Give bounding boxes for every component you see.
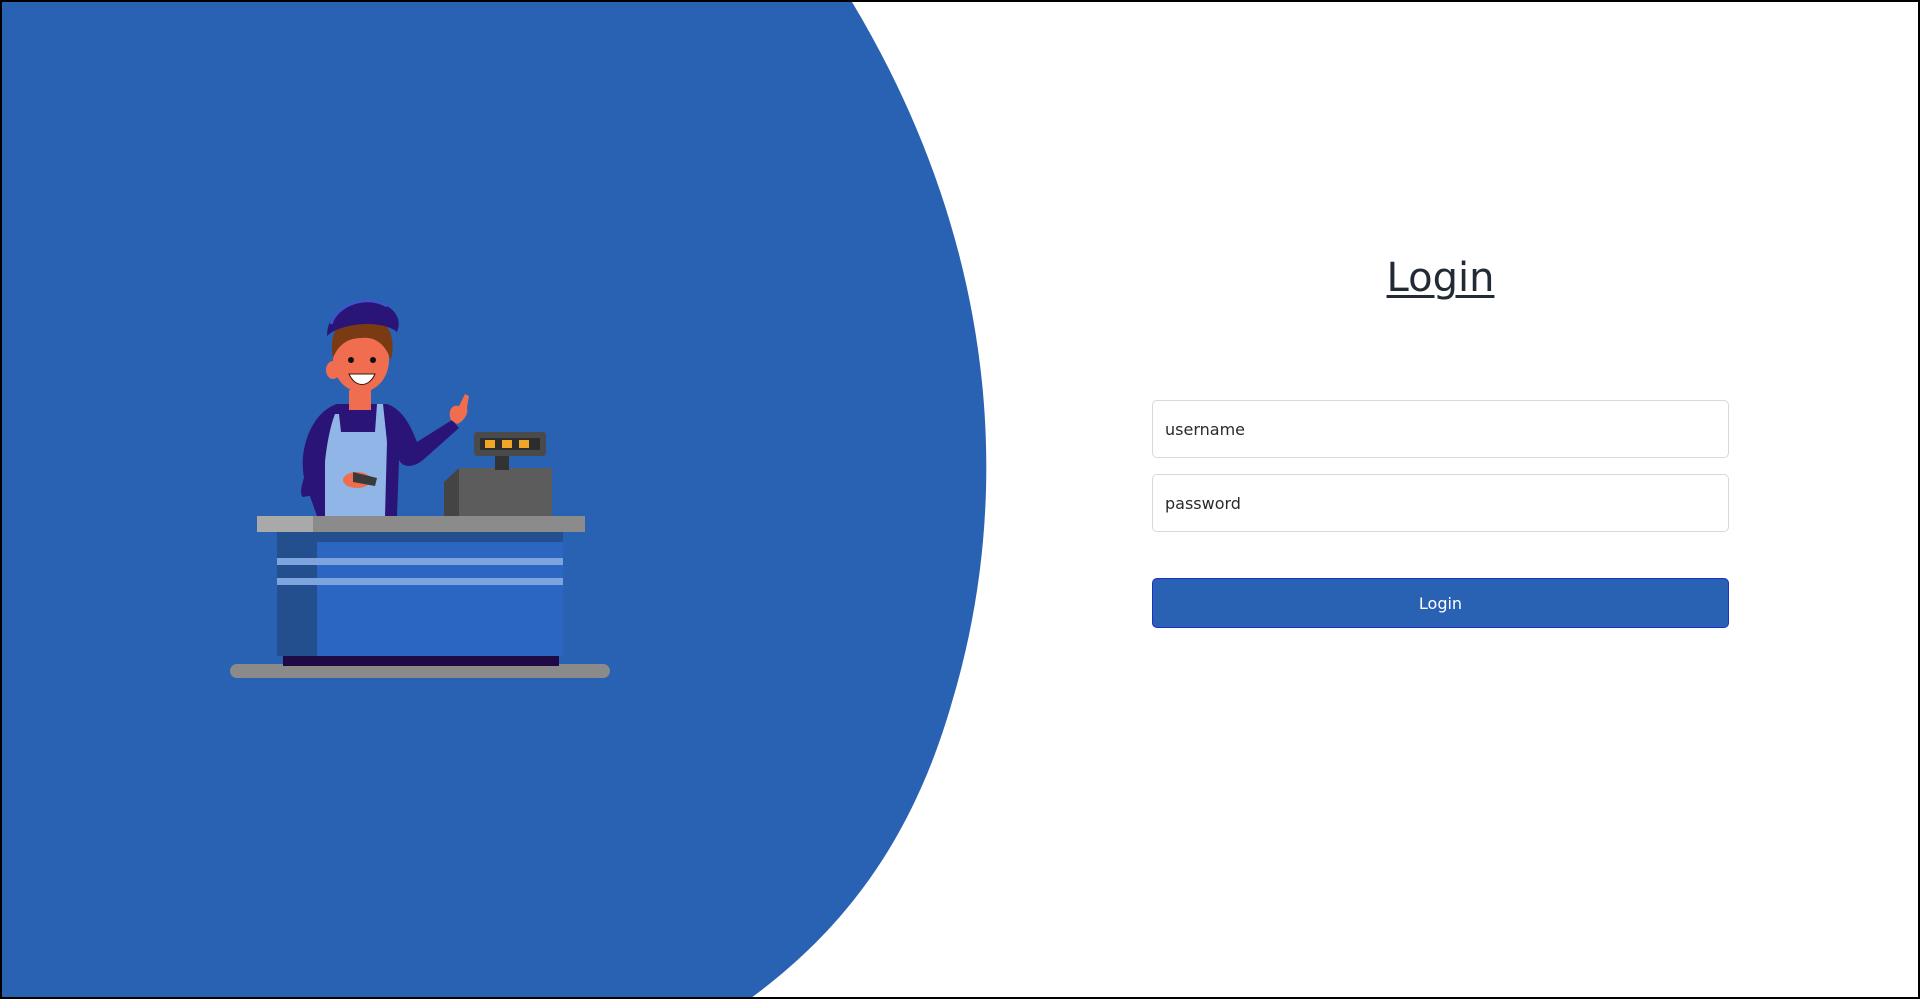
login-form: Login Login <box>1152 242 1729 628</box>
login-title: Login <box>1386 255 1495 301</box>
login-button[interactable]: Login <box>1152 578 1729 628</box>
cashier-illustration <box>230 299 610 678</box>
password-input[interactable] <box>1152 474 1729 532</box>
username-input[interactable] <box>1152 400 1729 458</box>
login-page: Login Login <box>0 0 1920 999</box>
